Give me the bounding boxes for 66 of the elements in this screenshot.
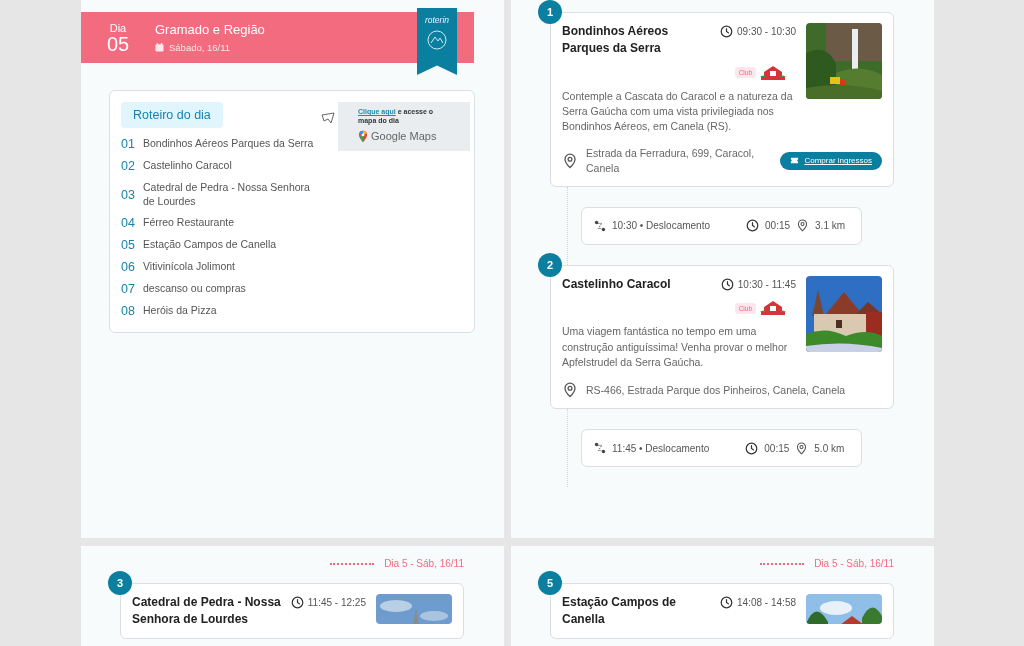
itinerary-item[interactable]: descanso ou compras xyxy=(143,282,246,297)
route-icon xyxy=(594,219,606,232)
stop-number: 1 xyxy=(538,0,562,24)
item-number: 05 xyxy=(121,238,136,253)
itinerary-item[interactable]: Castelinho Caracol xyxy=(143,159,232,173)
location-pin-icon xyxy=(795,441,809,455)
itinerary-item[interactable]: Vitivinícola Jolimont xyxy=(143,260,235,275)
address: RS-466, Estrada Parque dos Pinheiros, Canela, Canela xyxy=(586,382,846,398)
travel-distance: 5.0 km xyxy=(814,442,845,454)
location-pin-icon xyxy=(562,152,578,169)
travel-duration: 00:15 xyxy=(765,220,791,232)
item-number: 02 xyxy=(121,159,136,173)
house-logo-icon xyxy=(760,300,786,317)
ticket-icon xyxy=(790,156,800,166)
summary-heading: Roteiro do dia xyxy=(121,102,223,128)
item-number: 01 xyxy=(121,137,136,151)
item-number: 03 xyxy=(121,187,136,202)
attraction-title: Catedral de Pedra - Nossa Senhora de Lourdes xyxy=(132,594,282,628)
calendar-icon xyxy=(155,43,164,52)
item-number: 07 xyxy=(121,282,136,297)
time-range: 14:08 - 14:58 xyxy=(737,597,796,608)
item-number: 04 xyxy=(121,216,136,231)
day-title: Gramado e Região xyxy=(155,22,265,37)
item-number: 06 xyxy=(121,260,136,275)
time-range: 09:30 - 10:30 xyxy=(737,26,796,37)
mountain-emblem-icon xyxy=(427,30,447,50)
map-pin-icon xyxy=(358,129,368,143)
itinerary-item[interactable]: Férreo Restaurante xyxy=(143,216,235,231)
location-pin-icon xyxy=(562,382,578,399)
itinerary-item[interactable]: Catedral de Pedra - Nossa Senhora de Lourdes xyxy=(143,181,321,209)
item-number: 08 xyxy=(121,304,136,319)
departure-label: 10:30 • Deslocamento xyxy=(612,220,710,232)
travel-duration: 00:15 xyxy=(764,442,790,454)
time-range: 10:30 - 11:45 xyxy=(737,278,796,290)
location-pin-icon xyxy=(796,219,810,233)
attraction-title: Castelinho Caracol xyxy=(562,275,671,293)
clock-icon xyxy=(720,277,734,291)
clock-icon xyxy=(720,596,734,609)
departure-label: 11:45 • Deslocamento xyxy=(612,442,710,454)
stop-number: 5 xyxy=(538,571,562,595)
page-day-label: Dia 5 - Sáb, 16/11 xyxy=(814,558,894,569)
time-range: 11:45 - 12:25 xyxy=(307,597,366,608)
stop-number: 2 xyxy=(538,252,562,277)
attraction-description: Uma viagem fantástica no tempo em uma construção antiguíssima! Venha provar o melhor Apfelstrudel da Serra Gaúcha. xyxy=(562,324,789,370)
itinerary-item[interactable]: Heróis da Pizza xyxy=(143,304,217,319)
travel-distance: 3.1 km xyxy=(815,220,846,232)
address: Estrada da Ferradura, 699, Caracol, Canela xyxy=(586,146,756,176)
attraction-title: Bondinhos Aéreos Parques da Serra xyxy=(562,23,670,57)
attraction-description: Contemple a Cascata do Caracol e a natureza da Serra Gaúcha com uma vista privilegiada nos Bondinhos Aéreos, em Canela (RS). xyxy=(562,88,794,135)
clock-icon xyxy=(290,596,304,609)
day-label: Dia xyxy=(109,21,127,34)
clock-icon xyxy=(746,219,759,233)
itinerary-item[interactable]: Estação Campos de Canella xyxy=(143,238,277,253)
house-logo-icon xyxy=(760,64,786,81)
day-date: Sábado, 16/11 xyxy=(169,42,231,53)
maps-brand: Google Maps xyxy=(371,130,437,143)
buy-tickets-button[interactable]: Comprar ingressos xyxy=(780,151,882,170)
brand-logo: roterin xyxy=(424,15,450,25)
stop-number: 3 xyxy=(108,571,132,595)
page-day-label: Dia 5 - Sáb, 16/11 xyxy=(384,558,464,569)
route-icon xyxy=(594,442,606,455)
clock-icon xyxy=(720,25,734,38)
clock-icon xyxy=(745,441,759,455)
day-number: 05 xyxy=(106,33,130,54)
itinerary-item[interactable]: Bondinhos Aéreos Parques da Serra xyxy=(143,137,314,151)
attraction-title: Estação Campos de Canella xyxy=(562,594,678,628)
